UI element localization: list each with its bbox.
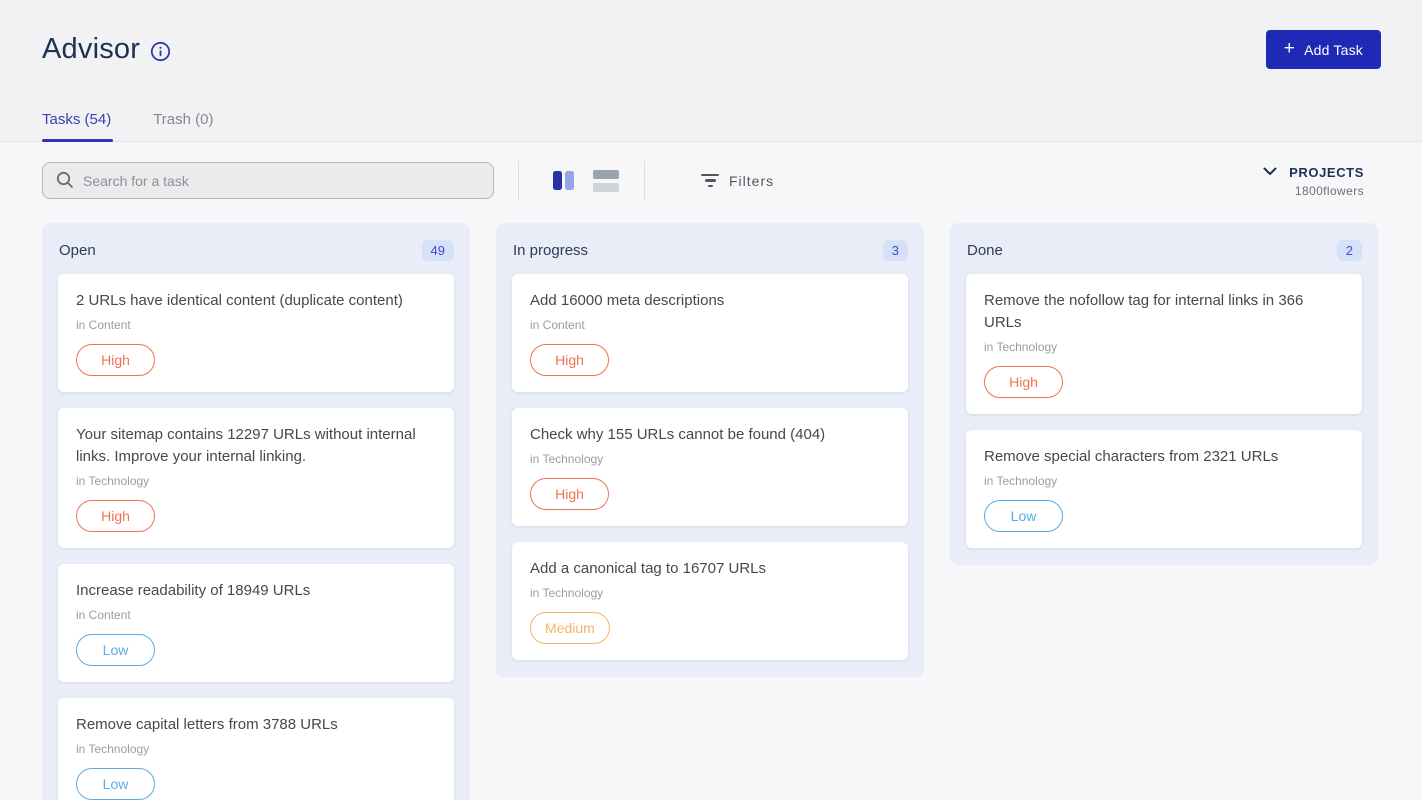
search-box — [42, 162, 494, 199]
column-title: Open — [59, 242, 96, 259]
task-category: in Content — [76, 318, 436, 332]
task-title: Add 16000 meta descriptions — [530, 290, 890, 312]
task-card[interactable]: 2 URLs have identical content (duplicate… — [58, 274, 454, 392]
list-icon — [593, 170, 619, 192]
task-card[interactable]: Remove capital letters from 3788 URLs in… — [58, 698, 454, 800]
add-task-label: Add Task — [1304, 42, 1363, 58]
column-cards: 2 URLs have identical content (duplicate… — [42, 274, 470, 800]
task-priority-badge: High — [984, 366, 1063, 398]
task-title: Remove the nofollow tag for internal lin… — [984, 290, 1344, 334]
task-card[interactable]: Remove the nofollow tag for internal lin… — [966, 274, 1362, 414]
info-icon[interactable] — [150, 41, 171, 62]
task-card[interactable]: Increase readability of 18949 URLs in Co… — [58, 564, 454, 682]
task-priority-badge: Low — [76, 768, 155, 800]
toolbar: Filters PROJECTS 1800flowers — [0, 142, 1422, 204]
task-title: Remove special characters from 2321 URLs — [984, 446, 1344, 468]
column-count-badge: 2 — [1337, 240, 1362, 261]
task-priority-badge: Low — [76, 634, 155, 666]
task-category: in Content — [76, 608, 436, 622]
column-title: In progress — [513, 242, 588, 259]
task-title: Your sitemap contains 12297 URLs without… — [76, 424, 436, 468]
task-priority-badge: Low — [984, 500, 1063, 532]
tab-tasks[interactable]: Tasks (54) — [42, 111, 111, 141]
task-category: in Technology — [530, 586, 890, 600]
task-title: Check why 155 URLs cannot be found (404) — [530, 424, 890, 446]
view-toggles — [549, 167, 620, 195]
column-count-badge: 3 — [883, 240, 908, 261]
plus-icon: + — [1284, 39, 1295, 58]
task-card[interactable]: Check why 155 URLs cannot be found (404)… — [512, 408, 908, 526]
tab-trash[interactable]: Trash (0) — [153, 111, 213, 141]
task-priority-badge: High — [530, 344, 609, 376]
task-card[interactable]: Remove special characters from 2321 URLs… — [966, 430, 1362, 548]
search-input[interactable] — [42, 162, 494, 199]
chevron-down-icon — [1263, 163, 1277, 181]
projects-dropdown[interactable]: PROJECTS 1800flowers — [1263, 163, 1364, 198]
task-category: in Content — [530, 318, 890, 332]
task-priority-badge: High — [76, 500, 155, 532]
kanban-board: Open 49 2 URLs have identical content (d… — [0, 204, 1422, 800]
task-priority-badge: Medium — [530, 612, 610, 644]
add-task-button[interactable]: + Add Task — [1266, 30, 1381, 69]
task-priority-badge: High — [530, 478, 609, 510]
kanban-column: In progress 3 Add 16000 meta description… — [496, 223, 924, 677]
filters-label: Filters — [729, 173, 774, 189]
task-category: in Technology — [76, 474, 436, 488]
column-header: Done 2 — [950, 223, 1378, 274]
task-title: Increase readability of 18949 URLs — [76, 580, 436, 602]
kanban-column: Open 49 2 URLs have identical content (d… — [42, 223, 470, 800]
list-view-toggle[interactable] — [592, 167, 620, 195]
filters-button[interactable]: Filters — [701, 173, 774, 189]
column-title: Done — [967, 242, 1003, 259]
filter-icon — [701, 174, 719, 188]
task-card[interactable]: Your sitemap contains 12297 URLs without… — [58, 408, 454, 548]
selected-project-name: 1800flowers — [1263, 184, 1364, 198]
kanban-view-toggle[interactable] — [549, 167, 577, 195]
toolbar-divider-2 — [644, 161, 645, 201]
page-title: Advisor — [42, 33, 140, 66]
kanban-column: Done 2 Remove the nofollow tag for inter… — [950, 223, 1378, 565]
column-cards: Remove the nofollow tag for internal lin… — [950, 274, 1378, 565]
projects-label: PROJECTS — [1289, 165, 1364, 180]
page-header: Advisor + Add Task Tasks (54) Trash (0) — [0, 0, 1422, 142]
column-count-badge: 49 — [422, 240, 454, 261]
toolbar-divider — [518, 161, 519, 201]
task-category: in Technology — [984, 474, 1344, 488]
column-header: In progress 3 — [496, 223, 924, 274]
task-category: in Technology — [530, 452, 890, 466]
task-card[interactable]: Add a canonical tag to 16707 URLs in Tec… — [512, 542, 908, 660]
tab-bar: Tasks (54) Trash (0) — [0, 69, 1422, 142]
task-category: in Technology — [76, 742, 436, 756]
task-title: Add a canonical tag to 16707 URLs — [530, 558, 890, 580]
task-title: 2 URLs have identical content (duplicate… — [76, 290, 436, 312]
column-cards: Add 16000 meta descriptions in Content H… — [496, 274, 924, 677]
task-title: Remove capital letters from 3788 URLs — [76, 714, 436, 736]
task-category: in Technology — [984, 340, 1344, 354]
kanban-icon — [553, 171, 574, 190]
column-header: Open 49 — [42, 223, 470, 274]
task-priority-badge: High — [76, 344, 155, 376]
task-card[interactable]: Add 16000 meta descriptions in Content H… — [512, 274, 908, 392]
